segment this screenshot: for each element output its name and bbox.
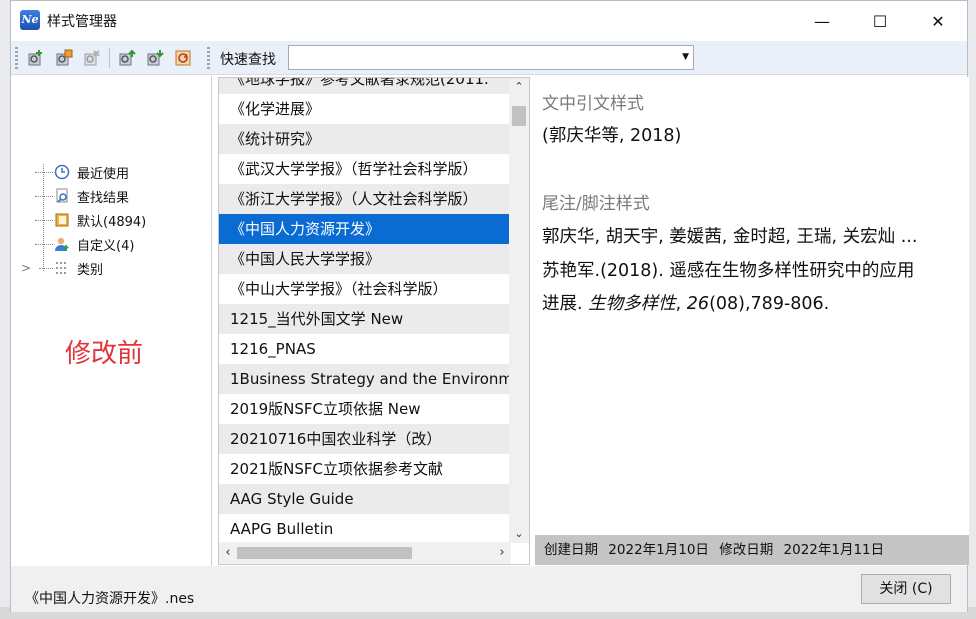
status-bar: 《中国人力资源开发》.nes 关闭 (C) bbox=[11, 566, 967, 612]
search-result-icon bbox=[53, 187, 71, 205]
close-window-button[interactable]: ✕ bbox=[909, 1, 967, 41]
modified-date-label: 修改日期 bbox=[719, 542, 774, 558]
tree-connector bbox=[35, 195, 53, 197]
list-item[interactable]: AAPG Bulletin bbox=[219, 514, 509, 544]
list-item[interactable]: AAG Style Guide bbox=[219, 484, 509, 514]
toolbar: 快速查找 ▼ bbox=[11, 41, 967, 75]
tree-item-category[interactable]: > 类别 bbox=[11, 256, 103, 280]
style-manager-window: Ne 样式管理器 — ☐ ✕ 快速查找 ▼ 最近使用 查找结果 默认(4894)… bbox=[10, 0, 969, 612]
tree-item-recent[interactable]: 最近使用 bbox=[11, 160, 129, 184]
add-style-icon[interactable] bbox=[25, 47, 47, 69]
window-title: 样式管理器 bbox=[47, 14, 117, 30]
footnote-line-2: 苏艳军.(2018). 遥感在生物多样性研究中的应用 bbox=[542, 261, 915, 281]
dropdown-arrow-icon[interactable]: ▼ bbox=[682, 52, 689, 62]
modified-date-value: 2022年1月11日 bbox=[783, 542, 885, 558]
annotation-text: 修改前 bbox=[65, 339, 144, 369]
tree-item-default[interactable]: 默认(4894) bbox=[11, 208, 146, 232]
footnote-journal: 生物多样性 bbox=[588, 294, 676, 314]
list-item[interactable]: 《浙江大学学报》（人文社会科学版） bbox=[219, 184, 509, 214]
tree-item-label: 默认(4894) bbox=[77, 214, 147, 230]
toolbar-separator bbox=[109, 48, 110, 68]
toolbar-grip-2[interactable] bbox=[207, 47, 210, 69]
list-item[interactable]: 《统计研究》 bbox=[219, 124, 509, 154]
toolbar-grip[interactable] bbox=[15, 47, 18, 69]
created-date-label: 创建日期 bbox=[544, 542, 598, 558]
list-item[interactable]: 《中国人民大学学报》 bbox=[219, 244, 509, 274]
list-item[interactable]: 20210716中国农业科学（改） bbox=[219, 424, 509, 454]
maximize-button[interactable]: ☐ bbox=[851, 1, 909, 41]
footnote-prefix: 进展. bbox=[542, 294, 589, 314]
category-tree: 最近使用 查找结果 默认(4894) 自定义(4) > 类别 修改前 bbox=[11, 76, 212, 566]
list-item[interactable]: 1215_当代外国文学 New bbox=[219, 304, 509, 334]
refresh-style-icon[interactable] bbox=[172, 47, 194, 69]
list-item[interactable]: 1216_PNAS bbox=[219, 334, 509, 364]
tree-item-label: 查找结果 bbox=[77, 190, 130, 206]
close-button[interactable]: 关闭 (C) bbox=[861, 574, 951, 604]
quick-search-input[interactable] bbox=[289, 46, 674, 69]
horizontal-scroll-thumb[interactable] bbox=[237, 547, 412, 559]
tree-item-search-results[interactable]: 查找结果 bbox=[11, 184, 129, 208]
scroll-right-icon[interactable]: › bbox=[493, 542, 511, 564]
footnote-volume: 26 bbox=[686, 294, 710, 314]
footnote-heading: 尾注/脚注样式 bbox=[542, 194, 650, 214]
tree-connector bbox=[35, 243, 53, 245]
app-icon: Ne bbox=[20, 10, 40, 30]
tree-connector bbox=[35, 219, 53, 221]
list-item[interactable]: 《武汉大学学报》（哲学社会科学版） bbox=[219, 154, 509, 184]
list-item[interactable]: 《地球学报》参考文献著录规范(2011. bbox=[219, 78, 509, 94]
edit-style-icon[interactable] bbox=[53, 47, 75, 69]
minimize-button[interactable]: — bbox=[793, 1, 851, 41]
list-item[interactable]: 《中山大学学报》（社会科学版） bbox=[219, 274, 509, 304]
list-item[interactable]: 2019版NSFC立项依据 New bbox=[219, 394, 509, 424]
vertical-scrollbar[interactable]: ⌃ ⌄ bbox=[509, 78, 529, 543]
tree-item-label: 自定义(4) bbox=[77, 238, 135, 254]
user-icon bbox=[53, 235, 71, 253]
tree-connector bbox=[35, 171, 53, 173]
delete-style-icon[interactable] bbox=[81, 47, 103, 69]
clock-icon bbox=[53, 163, 71, 181]
tree-item-label: 类别 bbox=[77, 262, 104, 278]
list-item[interactable]: 《化学进展》 bbox=[219, 94, 509, 124]
tree-item-label: 最近使用 bbox=[77, 166, 130, 182]
created-date-value: 2022年1月10日 bbox=[608, 542, 709, 558]
in-text-citation-example: (郭庆华等, 2018) bbox=[542, 126, 682, 146]
scroll-left-icon[interactable]: ‹ bbox=[219, 542, 237, 564]
tree-connector bbox=[39, 267, 53, 269]
list-item-selected[interactable]: 《中国人力资源开发》 bbox=[219, 214, 509, 244]
book-icon bbox=[53, 211, 71, 229]
scroll-down-icon[interactable]: ⌄ bbox=[509, 525, 529, 543]
footnote-rest: (08),789-806. bbox=[709, 294, 830, 314]
quick-search-label: 快速查找 bbox=[220, 52, 276, 68]
quick-search-combobox[interactable]: ▼ bbox=[288, 45, 694, 70]
footnote-line-1: 郭庆华, 胡天宇, 姜媛茜, 金时超, 王瑞, 关宏灿 ... bbox=[542, 227, 918, 247]
selected-file-name: 《中国人力资源开发》.nes bbox=[25, 591, 195, 607]
export-style-icon[interactable] bbox=[144, 47, 166, 69]
category-icon bbox=[53, 259, 71, 277]
tree-item-custom[interactable]: 自定义(4) bbox=[11, 232, 134, 256]
styles-list: 《地球学报》参考文献著录规范(2011. 《化学进展》 《统计研究》 《武汉大学学报》… bbox=[218, 77, 530, 565]
list-item[interactable]: 2021版NSFC立项依据参考文献 bbox=[219, 454, 509, 484]
vertical-scroll-thumb[interactable] bbox=[512, 106, 526, 126]
in-text-citation-heading: 文中引文样式 bbox=[542, 94, 644, 114]
scroll-up-icon[interactable]: ⌃ bbox=[509, 78, 529, 96]
background-window-edge-left bbox=[0, 0, 10, 619]
horizontal-scrollbar[interactable]: ‹ › bbox=[219, 542, 511, 564]
title-bar[interactable]: Ne 样式管理器 — ☐ ✕ bbox=[11, 1, 967, 41]
style-dates-bar: 创建日期 2022年1月10日 修改日期 2022年1月11日 bbox=[535, 535, 969, 565]
style-preview: 文中引文样式 (郭庆华等, 2018) 尾注/脚注样式 郭庆华, 胡天宇, 姜媛… bbox=[535, 77, 969, 565]
footnote-line-3: 进展. 生物多样性, 26(08),789-806. bbox=[542, 290, 829, 315]
expand-chevron-icon[interactable]: > bbox=[21, 261, 37, 275]
footnote-separator: , bbox=[675, 294, 687, 314]
import-style-icon[interactable] bbox=[116, 47, 138, 69]
list-item[interactable]: 1Business Strategy and the Environm bbox=[219, 364, 509, 394]
